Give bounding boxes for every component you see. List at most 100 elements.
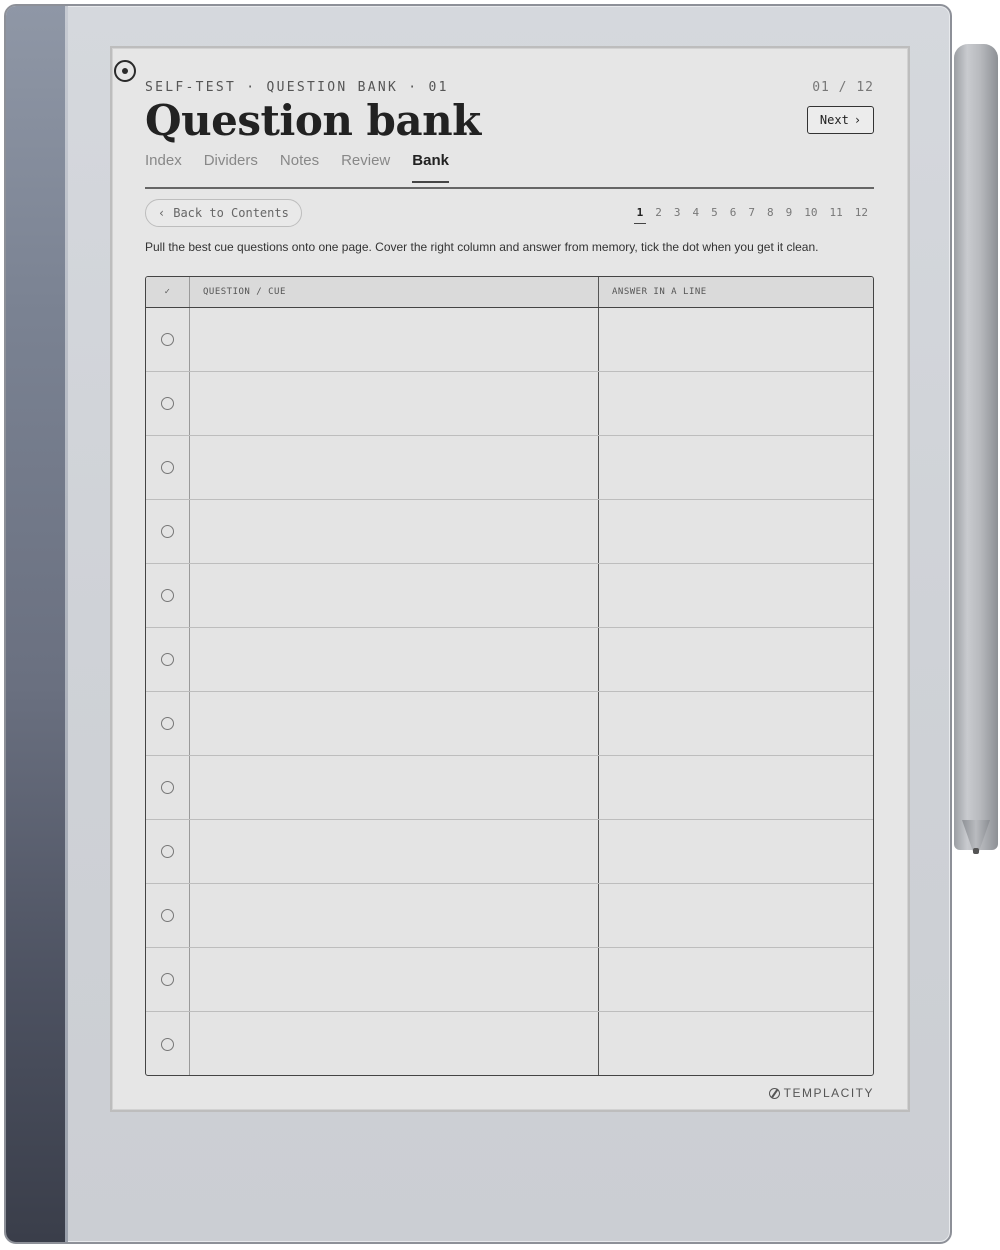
question-cell[interactable] bbox=[190, 308, 599, 371]
chevron-left-icon: ‹ bbox=[158, 206, 166, 220]
answer-cell[interactable] bbox=[599, 692, 873, 755]
check-cell[interactable] bbox=[146, 436, 190, 499]
answer-cell[interactable] bbox=[599, 820, 873, 883]
answer-cell[interactable] bbox=[599, 500, 873, 563]
check-cell[interactable] bbox=[146, 820, 190, 883]
tick-circle-icon[interactable] bbox=[161, 717, 174, 730]
table-row bbox=[146, 820, 873, 884]
tick-circle-icon[interactable] bbox=[161, 845, 174, 858]
instruction-text: Pull the best cue questions onto one pag… bbox=[145, 240, 819, 254]
page-link-6[interactable]: 6 bbox=[724, 206, 743, 219]
tab-index[interactable]: Index bbox=[145, 152, 182, 183]
check-cell[interactable] bbox=[146, 1012, 190, 1075]
question-cell[interactable] bbox=[190, 564, 599, 627]
table-row bbox=[146, 628, 873, 692]
tick-circle-icon[interactable] bbox=[161, 589, 174, 602]
question-column-header: QUESTION / CUE bbox=[190, 277, 599, 307]
check-cell[interactable] bbox=[146, 628, 190, 691]
table-row bbox=[146, 692, 873, 756]
question-cell[interactable] bbox=[190, 500, 599, 563]
question-cell[interactable] bbox=[190, 628, 599, 691]
brand-name: TEMPLACITY bbox=[783, 1086, 874, 1100]
tick-circle-icon[interactable] bbox=[161, 461, 174, 474]
question-cell[interactable] bbox=[190, 692, 599, 755]
back-button-label: Back to Contents bbox=[173, 206, 289, 220]
page-link-7[interactable]: 7 bbox=[742, 206, 761, 219]
question-bank-table: ✓ QUESTION / CUE ANSWER IN A LINE bbox=[145, 276, 874, 1076]
tick-circle-icon[interactable] bbox=[161, 653, 174, 666]
table-row bbox=[146, 756, 873, 820]
page-link-5[interactable]: 5 bbox=[705, 206, 724, 219]
page-link-9[interactable]: 9 bbox=[780, 206, 799, 219]
question-cell[interactable] bbox=[190, 884, 599, 947]
tabs-divider bbox=[145, 187, 874, 189]
page-link-2[interactable]: 2 bbox=[649, 206, 668, 219]
check-cell[interactable] bbox=[146, 308, 190, 371]
table-header: ✓ QUESTION / CUE ANSWER IN A LINE bbox=[146, 277, 873, 308]
answer-cell[interactable] bbox=[599, 564, 873, 627]
answer-cell[interactable] bbox=[599, 372, 873, 435]
device-spine bbox=[6, 6, 68, 1242]
table-row bbox=[146, 308, 873, 372]
back-to-contents-button[interactable]: ‹ Back to Contents bbox=[145, 199, 302, 227]
check-cell[interactable] bbox=[146, 564, 190, 627]
tick-circle-icon[interactable] bbox=[161, 525, 174, 538]
check-cell[interactable] bbox=[146, 372, 190, 435]
tick-circle-icon[interactable] bbox=[161, 973, 174, 986]
page-link-1[interactable]: 1 bbox=[631, 206, 650, 224]
question-cell[interactable] bbox=[190, 372, 599, 435]
table-row bbox=[146, 564, 873, 628]
chevron-right-icon: › bbox=[853, 113, 862, 127]
tick-circle-icon[interactable] bbox=[161, 909, 174, 922]
camera-sensor-icon bbox=[114, 60, 136, 82]
page-pagination: 1 2 3 4 5 6 7 8 9 10 11 12 bbox=[631, 206, 874, 224]
answer-cell[interactable] bbox=[599, 948, 873, 1011]
page-link-10[interactable]: 10 bbox=[798, 206, 823, 219]
answer-cell[interactable] bbox=[599, 756, 873, 819]
stylus-pen bbox=[954, 44, 998, 850]
table-body bbox=[146, 308, 873, 1075]
page-link-3[interactable]: 3 bbox=[668, 206, 687, 219]
page-link-12[interactable]: 12 bbox=[849, 206, 874, 219]
question-cell[interactable] bbox=[190, 756, 599, 819]
check-column-header: ✓ bbox=[146, 277, 190, 307]
check-cell[interactable] bbox=[146, 884, 190, 947]
page-indicator: 01 / 12 bbox=[812, 80, 874, 95]
check-cell[interactable] bbox=[146, 500, 190, 563]
stylus-nib bbox=[973, 848, 979, 854]
page-link-11[interactable]: 11 bbox=[824, 206, 849, 219]
check-cell[interactable] bbox=[146, 756, 190, 819]
page-link-4[interactable]: 4 bbox=[687, 206, 706, 219]
question-cell[interactable] bbox=[190, 948, 599, 1011]
answer-cell[interactable] bbox=[599, 436, 873, 499]
tick-circle-icon[interactable] bbox=[161, 397, 174, 410]
next-button-label: Next bbox=[819, 113, 849, 127]
table-row bbox=[146, 1012, 873, 1075]
check-cell[interactable] bbox=[146, 948, 190, 1011]
question-cell[interactable] bbox=[190, 1012, 599, 1075]
answer-cell[interactable] bbox=[599, 1012, 873, 1075]
answer-cell[interactable] bbox=[599, 308, 873, 371]
brand-mark-icon bbox=[768, 1087, 780, 1099]
answer-cell[interactable] bbox=[599, 628, 873, 691]
table-row bbox=[146, 500, 873, 564]
tick-circle-icon[interactable] bbox=[161, 333, 174, 346]
page-title: Question bank bbox=[145, 96, 481, 145]
table-row bbox=[146, 884, 873, 948]
table-row bbox=[146, 436, 873, 500]
tab-bank[interactable]: Bank bbox=[412, 152, 449, 183]
next-button[interactable]: Next › bbox=[807, 106, 874, 134]
tick-circle-icon[interactable] bbox=[161, 781, 174, 794]
tab-dividers[interactable]: Dividers bbox=[204, 152, 258, 183]
question-cell[interactable] bbox=[190, 436, 599, 499]
tick-circle-icon[interactable] bbox=[161, 1037, 174, 1051]
answer-cell[interactable] bbox=[599, 884, 873, 947]
check-cell[interactable] bbox=[146, 692, 190, 755]
tab-bar: Index Dividers Notes Review Bank bbox=[145, 152, 449, 183]
question-cell[interactable] bbox=[190, 820, 599, 883]
tab-notes[interactable]: Notes bbox=[280, 152, 319, 183]
table-row bbox=[146, 372, 873, 436]
table-row bbox=[146, 948, 873, 1012]
tab-review[interactable]: Review bbox=[341, 152, 390, 183]
page-link-8[interactable]: 8 bbox=[761, 206, 780, 219]
